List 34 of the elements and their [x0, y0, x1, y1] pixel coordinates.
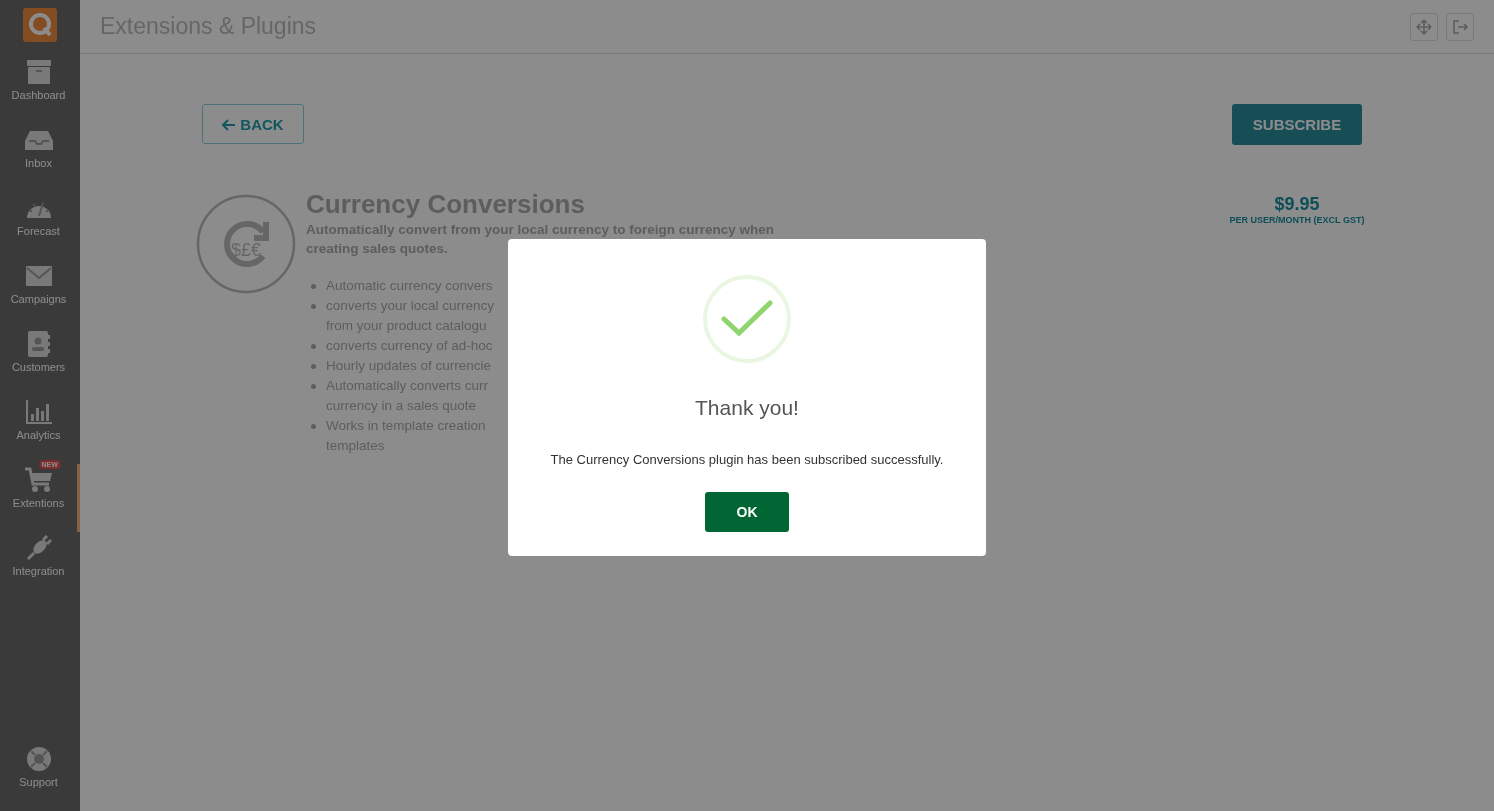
- subscribe-button[interactable]: SUBSCRIBE: [1232, 104, 1362, 145]
- sign-out-icon[interactable]: [1446, 12, 1474, 41]
- dialog-message: The Currency Conversions plugin has been subscribed successfully.: [550, 452, 944, 467]
- sidebar-item[interactable]: Integration: [0, 532, 80, 600]
- price-note: PER USER/MONTH (EXCL GST): [1228, 215, 1366, 225]
- price: $9.95: [1273, 194, 1321, 215]
- sidebar-item[interactable]: Inbox: [0, 124, 80, 192]
- sidebar-item[interactable]: Dashboard: [0, 56, 80, 124]
- sidebar-item[interactable]: Customers: [0, 328, 80, 396]
- bullet-dot: [311, 344, 316, 349]
- sidebar-item[interactable]: Forecast: [0, 192, 80, 260]
- support-item[interactable]: Support: [0, 743, 80, 811]
- left-arrow-icon: [222, 118, 237, 131]
- logo-icon: [23, 8, 57, 42]
- lifebuoy-icon: [25, 746, 52, 772]
- bullet-dot: [311, 424, 316, 429]
- contact-book-icon: [27, 331, 50, 357]
- currency-exchange-icon: $£€: [196, 194, 296, 294]
- dialog-title: Thank you!: [695, 396, 799, 420]
- ok-button[interactable]: OK: [705, 492, 789, 532]
- envelope-icon: [25, 266, 52, 286]
- bar-chart-icon: [25, 400, 52, 424]
- plug-icon: [25, 535, 52, 561]
- archive-box-icon: [25, 59, 52, 85]
- back-button[interactable]: BACK: [202, 104, 304, 144]
- bullet-dot: [311, 304, 316, 309]
- inbox-tray-icon: [24, 129, 53, 151]
- shopping-cart-icon: [24, 467, 53, 493]
- sidebar-item[interactable]: Campaigns: [0, 260, 80, 328]
- bullet-dot: [311, 284, 316, 289]
- move-icon[interactable]: [1410, 12, 1438, 41]
- bullet-dot: [311, 384, 316, 389]
- bullet-dot: [311, 364, 316, 369]
- checkmark-icon: [702, 274, 792, 364]
